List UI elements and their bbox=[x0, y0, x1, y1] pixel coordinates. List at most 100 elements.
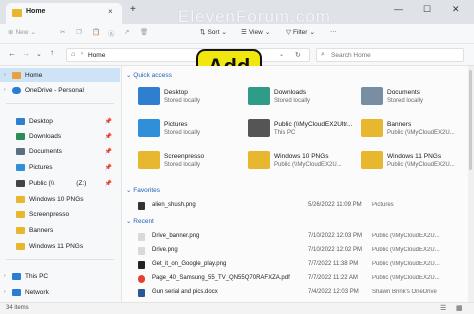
home-icon: ⌂ bbox=[71, 51, 76, 58]
nav-item-this-pc[interactable]: › This PC bbox=[0, 269, 120, 283]
file-row[interactable]: Gun serial and pics.docx 7/4/2022 12:03 … bbox=[122, 287, 468, 299]
chevron-right-icon: › bbox=[4, 87, 6, 93]
scrollbar-thumb[interactable] bbox=[469, 70, 472, 170]
section-title: Recent bbox=[133, 218, 154, 225]
nav-label: Home bbox=[25, 71, 43, 79]
new-tab-button[interactable]: + bbox=[130, 4, 136, 15]
file-row[interactable]: Get_it_on_Google_play.png 7/7/2022 11:38… bbox=[122, 259, 468, 271]
item-name: Pictures bbox=[164, 121, 188, 128]
home-icon bbox=[12, 71, 21, 79]
section-title: Quick access bbox=[133, 72, 172, 79]
quick-access-item-banners[interactable]: Banners Public (\\MyCloudEX2U... bbox=[347, 116, 457, 144]
path-box[interactable]: ⌂ › Home ⌄ ↻ bbox=[66, 48, 310, 62]
back-icon[interactable]: ← bbox=[8, 49, 16, 58]
nav-label: This PC bbox=[25, 272, 49, 280]
details-view-icon[interactable]: ☰ bbox=[440, 304, 446, 312]
item-name: Downloads bbox=[274, 89, 307, 96]
nav-item-documents[interactable]: Documents 📌 bbox=[0, 144, 120, 158]
quick-access-item-public[interactable]: Public (\\MyCloudEX2Ultr... This PC bbox=[234, 116, 352, 144]
file-date: 7/10/2022 12:02 PM bbox=[308, 247, 363, 253]
item-location: This PC bbox=[274, 130, 296, 136]
quick-access-header[interactable]: ⌄ Quick access bbox=[126, 71, 172, 79]
quick-access-item-windows-11-pngs[interactable]: Windows 11 PNGs Public (\\MyCloudEX2U... bbox=[347, 148, 457, 176]
file-row[interactable]: alien_shush.png 5/26/2022 11:09 PM Pictu… bbox=[122, 200, 468, 212]
share-icon[interactable]: ↗ bbox=[124, 28, 129, 36]
file-date: 7/7/2022 11:38 PM bbox=[308, 261, 359, 267]
pin-icon: 📌 bbox=[104, 133, 112, 140]
item-count: 34 items bbox=[6, 305, 29, 311]
nav-item-desktop[interactable]: Desktop 📌 bbox=[0, 114, 120, 128]
delete-icon[interactable]: 🗑 bbox=[140, 28, 148, 36]
pin-icon: 📌 bbox=[104, 148, 112, 155]
tab-home[interactable]: Home × bbox=[6, 3, 122, 24]
nav-item-banners[interactable]: Banners bbox=[0, 223, 120, 237]
nav-item-onedrive[interactable]: › OneDrive - Personal bbox=[0, 83, 120, 97]
favorites-header[interactable]: ⌄ Favorites bbox=[126, 186, 160, 194]
close-button[interactable]: ✕ bbox=[452, 4, 460, 15]
folder-icon bbox=[361, 151, 383, 169]
item-location: Public (\\MyCloudEX2U... bbox=[387, 162, 455, 168]
nav-item-windows-10-pngs[interactable]: Windows 10 PNGs bbox=[0, 192, 120, 206]
paste-icon[interactable]: 📋 bbox=[92, 28, 100, 36]
divider bbox=[6, 103, 114, 104]
filter-button[interactable]: ▽ Filter ⌄ bbox=[286, 28, 315, 37]
command-bar: ⊕ New ⌄ ✂ ❐ 📋 Ⓐ ↗ 🗑 ⇅ Sort ⌄ ☰ View ⌄ ▽ … bbox=[0, 24, 474, 44]
folder-icon bbox=[138, 151, 160, 169]
sort-button[interactable]: ⇅ Sort ⌄ bbox=[200, 28, 227, 37]
file-row[interactable]: Page_40_Samsung_55_TV_QN55Q70RAFXZA.pdf … bbox=[122, 273, 468, 285]
nav-label: Pictures bbox=[29, 163, 53, 171]
copy-icon[interactable]: ❐ bbox=[76, 28, 82, 36]
nav-item-pictures[interactable]: Pictures 📌 bbox=[0, 160, 120, 174]
quick-access-item-desktop[interactable]: Desktop Stored locally bbox=[124, 84, 234, 112]
downloads-icon bbox=[16, 132, 25, 140]
nav-item-downloads[interactable]: Downloads 📌 bbox=[0, 129, 120, 143]
file-row[interactable]: Drive_banner.png 7/10/2022 12:03 PM Publ… bbox=[122, 231, 468, 243]
drive-letter: (Z:) bbox=[76, 179, 87, 187]
file-location: Public (\\MyCloudEX2U... bbox=[372, 261, 440, 267]
sort-label: Sort bbox=[207, 28, 220, 36]
folder-icon bbox=[16, 226, 25, 234]
file-location: Public (\\MyCloudEX2U... bbox=[372, 247, 440, 253]
file-name: Get_it_on_Google_play.png bbox=[152, 261, 227, 267]
up-icon[interactable]: ↑ bbox=[50, 48, 54, 57]
item-location: Public (\\MyCloudEX2U... bbox=[274, 162, 342, 168]
quick-access-item-downloads[interactable]: Downloads Stored locally bbox=[234, 84, 344, 112]
new-label: New bbox=[15, 28, 29, 36]
nav-item-public[interactable]: Public (\\ (Z:) 📌 bbox=[0, 176, 120, 190]
nav-item-home[interactable]: › Home bbox=[0, 68, 120, 82]
image-file-icon bbox=[138, 202, 145, 210]
nav-item-windows-11-pngs[interactable]: Windows 11 PNGs bbox=[0, 239, 120, 253]
nav-item-network[interactable]: › Network bbox=[0, 285, 120, 299]
new-button[interactable]: ⊕ New ⌄ bbox=[8, 28, 36, 37]
nav-label: Screenpresso bbox=[29, 210, 70, 218]
nav-item-screenpresso[interactable]: Screenpresso bbox=[0, 207, 120, 221]
maximize-button[interactable]: ☐ bbox=[423, 4, 431, 15]
more-options-button[interactable]: ··· bbox=[330, 28, 337, 35]
quick-access-item-pictures[interactable]: Pictures Stored locally bbox=[124, 116, 234, 144]
file-row[interactable]: Drive.png 7/10/2022 12:02 PM Public (\\M… bbox=[122, 245, 468, 257]
chevron-down-icon: ⌄ bbox=[221, 29, 227, 36]
divider bbox=[6, 259, 114, 260]
tiles-view-icon[interactable]: ▦ bbox=[456, 304, 463, 312]
forward-icon[interactable]: → bbox=[22, 49, 30, 58]
recent-locations-icon[interactable]: ⌄ bbox=[36, 50, 42, 58]
chevron-down-icon: ⌄ bbox=[264, 29, 271, 36]
search-box[interactable]: ⌕ Search Home bbox=[316, 48, 464, 62]
rename-icon[interactable]: Ⓐ bbox=[108, 28, 115, 38]
minimize-button[interactable]: — bbox=[394, 4, 403, 14]
chevron-down-icon[interactable]: ⌄ bbox=[279, 51, 284, 58]
nav-label: OneDrive - Personal bbox=[25, 86, 84, 94]
desktop-icon bbox=[16, 117, 25, 125]
image-file-icon bbox=[138, 247, 145, 255]
section-title: Favorites bbox=[133, 187, 160, 194]
item-location: Stored locally bbox=[387, 98, 424, 104]
quick-access-item-screenpresso[interactable]: Screenpresso Stored locally bbox=[124, 148, 234, 176]
quick-access-item-windows-10-pngs[interactable]: Windows 10 PNGs Public (\\MyCloudEX2U... bbox=[234, 148, 344, 176]
tab-close-button[interactable]: × bbox=[108, 7, 113, 16]
cut-icon[interactable]: ✂ bbox=[60, 28, 65, 36]
view-button[interactable]: ☰ View ⌄ bbox=[241, 28, 271, 37]
quick-access-item-documents[interactable]: Documents Stored locally bbox=[347, 84, 457, 112]
refresh-icon[interactable]: ↻ bbox=[295, 51, 301, 59]
recent-header[interactable]: ⌄ Recent bbox=[126, 217, 154, 225]
folder-icon bbox=[248, 151, 270, 169]
